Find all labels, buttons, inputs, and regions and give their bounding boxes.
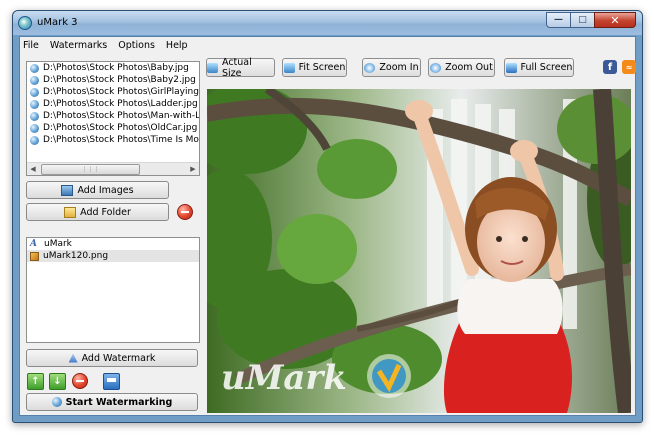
add-watermark-icon	[68, 353, 78, 363]
list-item[interactable]: A uMark	[27, 238, 199, 250]
image-file-icon	[30, 135, 39, 145]
close-button[interactable]: ✕	[594, 12, 636, 28]
list-item[interactable]: D:\Photos\Stock Photos\Ladder.jpg	[27, 98, 199, 110]
zoom-in-icon	[364, 62, 376, 73]
arrow-up-icon: ↑	[31, 376, 40, 387]
facebook-glyph: f	[607, 61, 613, 73]
file-path: D:\Photos\Stock Photos\Baby2.jpg	[43, 75, 196, 85]
rss-icon[interactable]: ≈	[622, 60, 636, 74]
watermark-logo-icon	[367, 354, 411, 398]
list-item[interactable]: D:\Photos\Stock Photos\OldCar.jpg	[27, 122, 199, 134]
full-screen-icon	[505, 62, 517, 73]
actual-size-icon	[207, 62, 218, 73]
scroll-right-icon[interactable]: ▶	[187, 163, 199, 175]
zoom-out-label: Zoom Out	[445, 62, 493, 73]
fit-screen-label: Fit Screen	[298, 62, 346, 73]
text-watermark-icon: A	[30, 239, 37, 249]
add-folder-label: Add Folder	[80, 206, 131, 218]
image-file-icon	[30, 63, 39, 73]
add-watermark-button[interactable]: Add Watermark	[26, 349, 198, 367]
add-watermark-label: Add Watermark	[81, 352, 156, 364]
file-path: D:\Photos\Stock Photos\OldCar.jpg	[43, 123, 198, 133]
zoom-out-button[interactable]: Zoom Out	[428, 58, 495, 77]
actual-size-label: Actual Size	[222, 56, 252, 79]
full-screen-label: Full Screen	[520, 62, 573, 73]
facebook-icon[interactable]: f	[603, 60, 617, 74]
menu-options[interactable]: Options	[118, 40, 155, 51]
image-file-icon	[30, 123, 39, 133]
image-file-icon	[30, 111, 39, 121]
image-file-icon	[30, 75, 39, 85]
start-watermarking-label: Start Watermarking	[65, 396, 173, 408]
maximize-button[interactable]: □	[570, 12, 595, 28]
zoom-out-icon	[430, 62, 442, 73]
arrow-down-icon: ↓	[53, 376, 62, 387]
minimize-button[interactable]: —	[546, 12, 571, 28]
actual-size-button[interactable]: Actual Size	[206, 56, 275, 79]
full-screen-button[interactable]: Full Screen	[504, 58, 574, 77]
list-item[interactable]: D:\Photos\Stock Photos\Time Is Money	[27, 134, 199, 146]
image-preview[interactable]: uMark	[207, 89, 631, 413]
client-area: File Watermarks Options Help D:\Photos\S…	[19, 36, 636, 416]
start-watermarking-button[interactable]: Start Watermarking	[26, 393, 198, 411]
file-path: D:\Photos\Stock Photos\Ladder.jpg	[43, 99, 198, 109]
preview-photo: uMark	[207, 89, 631, 413]
watermark-text: uMark	[221, 358, 347, 398]
app-window: uMark 3 — □ ✕ File Watermarks Options He…	[12, 10, 643, 423]
move-up-button[interactable]: ↑	[27, 373, 44, 390]
file-path: D:\Photos\Stock Photos\GirlPlaying.jpg	[43, 87, 200, 97]
maximize-icon: □	[578, 15, 587, 25]
horizontal-scrollbar[interactable]: ◀ ⋮⋮⋮ ▶	[27, 162, 199, 175]
watermark-list[interactable]: A uMark uMark120.png	[26, 237, 200, 343]
list-item[interactable]: D:\Photos\Stock Photos\Man-with-Lap	[27, 110, 199, 122]
scroll-thumb[interactable]: ⋮⋮⋮	[41, 164, 140, 175]
image-file-icon	[30, 87, 39, 97]
rss-glyph: ≈	[625, 62, 633, 72]
minimize-icon: —	[554, 15, 563, 25]
watermark-name: uMark	[44, 239, 72, 249]
zoom-in-button[interactable]: Zoom In	[362, 58, 421, 77]
file-path: D:\Photos\Stock Photos\Time Is Money	[43, 135, 200, 145]
file-path: D:\Photos\Stock Photos\Man-with-Lap	[43, 111, 200, 121]
file-path: D:\Photos\Stock Photos\Baby.jpg	[43, 63, 189, 73]
start-icon	[51, 397, 62, 407]
app-logo-icon	[18, 16, 32, 30]
remove-watermark-button[interactable]	[72, 373, 88, 389]
move-down-button[interactable]: ↓	[49, 373, 66, 390]
add-images-icon	[61, 184, 74, 196]
menu-watermarks[interactable]: Watermarks	[50, 40, 107, 51]
list-item[interactable]: D:\Photos\Stock Photos\Baby.jpg	[27, 62, 199, 74]
fit-screen-button[interactable]: Fit Screen	[282, 58, 347, 77]
scroll-left-icon[interactable]: ◀	[27, 163, 39, 175]
add-images-label: Add Images	[77, 184, 134, 196]
add-folder-button[interactable]: Add Folder	[26, 203, 169, 221]
menu-file[interactable]: File	[23, 40, 39, 51]
list-item[interactable]: D:\Photos\Stock Photos\Baby2.jpg	[27, 74, 199, 86]
save-disk-icon	[107, 377, 116, 382]
title-bar[interactable]: uMark 3 — □ ✕	[13, 11, 642, 35]
close-icon: ✕	[610, 13, 620, 27]
fit-screen-icon	[283, 62, 295, 73]
menu-bar: File Watermarks Options Help	[20, 37, 635, 53]
image-watermark-icon	[30, 251, 39, 261]
save-watermark-button[interactable]	[103, 373, 120, 390]
image-file-list[interactable]: D:\Photos\Stock Photos\Baby.jpg D:\Photo…	[26, 61, 200, 176]
menu-help[interactable]: Help	[166, 40, 188, 51]
window-title: uMark 3	[37, 17, 78, 28]
window-controls: — □ ✕	[546, 12, 636, 29]
remove-image-button[interactable]	[177, 204, 193, 220]
add-images-button[interactable]: Add Images	[26, 181, 169, 199]
list-item[interactable]: uMark120.png	[27, 250, 199, 262]
list-item[interactable]: D:\Photos\Stock Photos\GirlPlaying.jpg	[27, 86, 199, 98]
zoom-in-label: Zoom In	[379, 62, 419, 73]
watermark-name: uMark120.png	[43, 251, 109, 261]
image-file-icon	[30, 99, 39, 109]
folder-icon	[64, 206, 77, 218]
